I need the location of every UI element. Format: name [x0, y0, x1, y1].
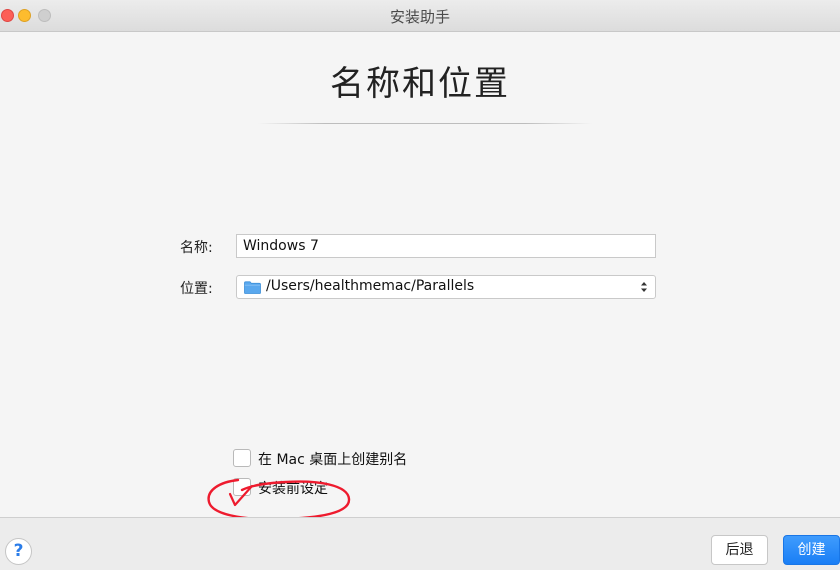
window-title: 安装助手 [389, 8, 450, 26]
customize-settings-label: 安装前设定 [258, 481, 328, 497]
footer-bar: ? 后退 创建 [0, 517, 840, 570]
folder-icon [244, 281, 261, 294]
install-assistant-window: 安装助手 名称和位置 名称: 位置: /Users/healthmemac/Pa… [0, 0, 840, 570]
page-title: 名称和位置 [330, 64, 510, 104]
back-button[interactable]: 后退 [711, 535, 768, 565]
title-divider [258, 123, 592, 124]
location-select[interactable]: /Users/healthmemac/Parallels [236, 275, 656, 299]
name-label: 名称: [180, 240, 213, 256]
create-alias-label: 在 Mac 桌面上创建别名 [258, 452, 408, 468]
help-button[interactable]: ? [5, 538, 32, 565]
create-alias-checkbox[interactable] [233, 449, 251, 467]
name-input[interactable] [236, 234, 656, 258]
location-value: /Users/healthmemac/Parallels [266, 278, 475, 294]
create-button[interactable]: 创建 [783, 535, 840, 565]
customize-settings-checkbox[interactable] [233, 478, 251, 496]
chevron-updown-icon [641, 282, 647, 292]
title-bar: 安装助手 [0, 0, 840, 32]
location-label: 位置: [180, 281, 213, 297]
